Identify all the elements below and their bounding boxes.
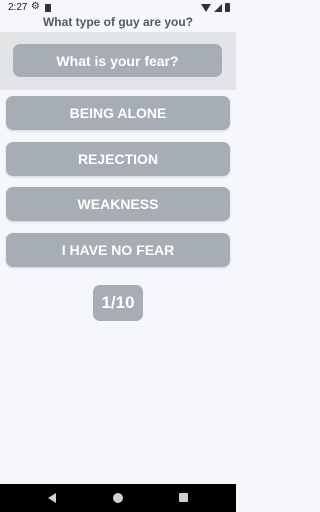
page-title: What type of guy are you?	[42, 15, 193, 29]
gear-icon: ⚙	[31, 1, 40, 12]
wifi-icon	[201, 3, 211, 12]
battery-icon	[225, 3, 230, 12]
status-bar: 2:27 ⚙	[0, 0, 236, 16]
recents-icon[interactable]	[179, 493, 188, 502]
navigation-bar	[0, 484, 236, 512]
back-icon[interactable]	[48, 493, 56, 503]
sd-card-icon	[45, 4, 51, 12]
status-icons	[201, 3, 230, 12]
signal-icon	[214, 3, 222, 12]
question-band: What is your fear?	[0, 32, 236, 90]
app-screen: 2:27 ⚙ What type of guy are you? What is…	[0, 0, 236, 512]
progress-indicator: 1/10	[93, 285, 143, 321]
answer-button-being-alone[interactable]: BEING ALONE	[6, 96, 230, 130]
answer-button-no-fear[interactable]: I HAVE NO FEAR	[6, 232, 230, 267]
answer-button-weakness[interactable]: WEAKNESS	[6, 187, 230, 221]
status-time: 2:27	[8, 2, 28, 13]
answer-list: BEING ALONE REJECTION WEAKNESS I HAVE NO…	[6, 96, 230, 278]
home-icon[interactable]	[113, 493, 123, 503]
question-text: What is your fear?	[13, 44, 222, 77]
answer-button-rejection[interactable]: REJECTION	[6, 141, 230, 176]
